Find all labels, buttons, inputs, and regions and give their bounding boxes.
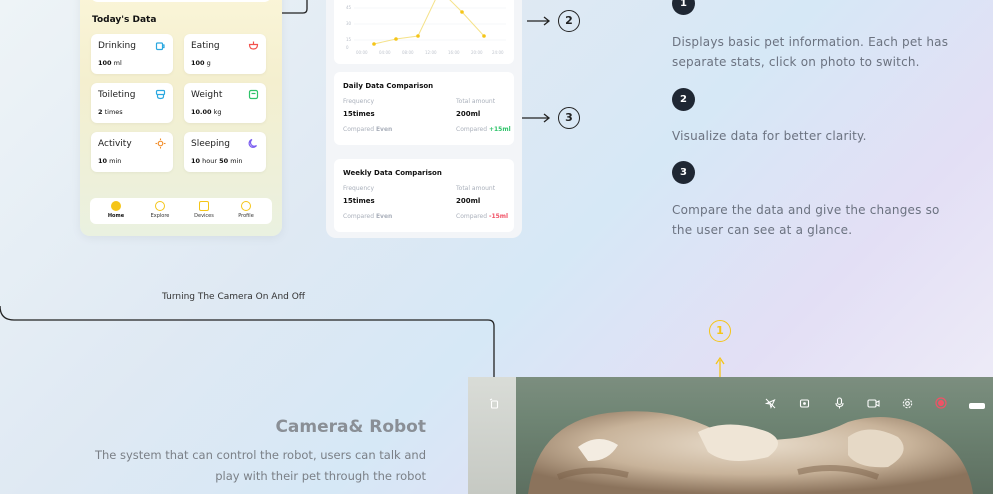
- cup-icon: [155, 40, 166, 54]
- today-data-phone: Today's Data Drinking 100 ml Eating 100 …: [80, 0, 282, 236]
- total-value: 200ml: [456, 110, 481, 118]
- card-label: Sleeping: [191, 139, 230, 149]
- tab-home[interactable]: Home: [96, 201, 136, 219]
- frequency-value: 15times: [343, 197, 375, 205]
- tab-explore[interactable]: Explore: [140, 201, 180, 219]
- x-tick: 16:00: [448, 50, 460, 55]
- settings-gear-icon[interactable]: [902, 398, 913, 412]
- y-tick: 30: [346, 21, 352, 26]
- cat-image: [528, 411, 973, 494]
- total-label: Total amount: [456, 98, 496, 105]
- weekly-comparison-card: Weekly Data Comparison Frequency Total a…: [334, 159, 514, 232]
- sleeping-card[interactable]: Sleeping 10 hour 50 min: [184, 132, 266, 172]
- microphone-icon[interactable]: [834, 397, 845, 412]
- activity-card[interactable]: Activity 10 min: [91, 132, 173, 172]
- callout-2: 2: [558, 10, 580, 32]
- step-3-description: Compare the data and give the changes so…: [672, 203, 940, 237]
- card-value: 10 min: [98, 157, 122, 165]
- person-icon: [241, 201, 251, 211]
- card-value: 100 ml: [98, 59, 122, 67]
- camera-video-feed[interactable]: [468, 377, 993, 494]
- compass-icon: [155, 201, 165, 211]
- card-title: Daily Data Comparison: [343, 82, 434, 90]
- x-tick: 24:00: [492, 50, 504, 55]
- frequency-value: 15times: [343, 110, 375, 118]
- daily-comparison-card: Daily Data Comparison Frequency Total am…: [334, 72, 514, 145]
- bottom-tab-bar: Home Explore Devices Profile: [90, 198, 272, 224]
- line-chart-card: 45 30 15 0 00:00 04:00 08:00 12:00 16:00…: [334, 0, 514, 64]
- x-tick: 00:00: [356, 50, 368, 55]
- compared-right: Compared -15ml: [456, 213, 509, 220]
- card-value: 10.00 kg: [191, 108, 222, 116]
- moon-icon: [248, 138, 259, 152]
- today-data-title: Today's Data: [92, 15, 157, 25]
- step-2-description: Visualize data for better clarity.: [672, 129, 867, 143]
- compared-right: Compared +15ml: [456, 126, 511, 133]
- weight-card[interactable]: Weight 10.00 kg: [184, 83, 266, 123]
- step-1-description: Displays basic pet information. Each pet…: [672, 35, 949, 69]
- line-chart: 45 30 15 0 00:00 04:00 08:00 12:00 16:00…: [346, 0, 506, 55]
- y-tick: 15: [346, 37, 352, 42]
- step-badge-3: 3: [672, 161, 695, 184]
- frequency-label: Frequency: [343, 98, 374, 105]
- x-tick: 12:00: [425, 50, 437, 55]
- card-label: Eating: [191, 41, 220, 51]
- home-icon: [111, 201, 121, 211]
- toileting-card[interactable]: Toileting 2 times: [91, 83, 173, 123]
- phone-top-card: [90, 0, 272, 2]
- callout-3: 3: [558, 107, 580, 129]
- camera-robot-title: Camera& Robot: [275, 417, 426, 437]
- data-comparison-phone: 45 30 15 0 00:00 04:00 08:00 12:00 16:00…: [326, 0, 522, 238]
- battery-icon: [969, 401, 985, 412]
- card-label: Activity: [98, 139, 132, 149]
- compared-left: Compared Even: [343, 213, 393, 220]
- x-tick: 04:00: [379, 50, 391, 55]
- bowl-icon: [248, 40, 259, 54]
- eating-card[interactable]: Eating 100 g: [184, 34, 266, 74]
- scale-icon: [248, 89, 259, 103]
- device-icon: [199, 201, 209, 211]
- video-record-icon[interactable]: [867, 398, 880, 412]
- frequency-label: Frequency: [343, 185, 374, 192]
- card-label: Drinking: [98, 41, 136, 51]
- mute-send-icon[interactable]: [764, 398, 776, 412]
- card-title: Weekly Data Comparison: [343, 169, 442, 177]
- card-value: 100 g: [191, 59, 211, 67]
- total-label: Total amount: [456, 185, 496, 192]
- toilet-icon: [155, 89, 166, 103]
- card-label: Weight: [191, 90, 223, 100]
- camera-callout-1: 1: [709, 320, 731, 342]
- tab-devices[interactable]: Devices: [184, 201, 224, 219]
- camera-toggle-caption: Turning The Camera On And Off: [162, 292, 306, 302]
- tab-profile[interactable]: Profile: [226, 201, 266, 219]
- record-button-icon[interactable]: [935, 397, 947, 412]
- camera-toggle-icon[interactable]: [489, 398, 499, 412]
- compared-left: Compared Even: [343, 126, 393, 133]
- step-badge-2: 2: [672, 88, 695, 111]
- y-tick: 45: [346, 5, 352, 10]
- camera-robot-description: The system that can control the robot, u…: [94, 448, 426, 483]
- total-value: 200ml: [456, 197, 481, 205]
- card-value: 2 times: [98, 108, 123, 116]
- card-value: 10 hour 50 min: [191, 157, 243, 165]
- card-label: Toileting: [98, 90, 136, 100]
- drinking-card[interactable]: Drinking 100 ml: [91, 34, 173, 74]
- screenshot-icon[interactable]: [799, 398, 810, 412]
- sun-icon: [155, 138, 166, 152]
- y-tick: 0: [346, 45, 349, 50]
- x-tick: 08:00: [402, 50, 414, 55]
- x-tick: 20:00: [471, 50, 483, 55]
